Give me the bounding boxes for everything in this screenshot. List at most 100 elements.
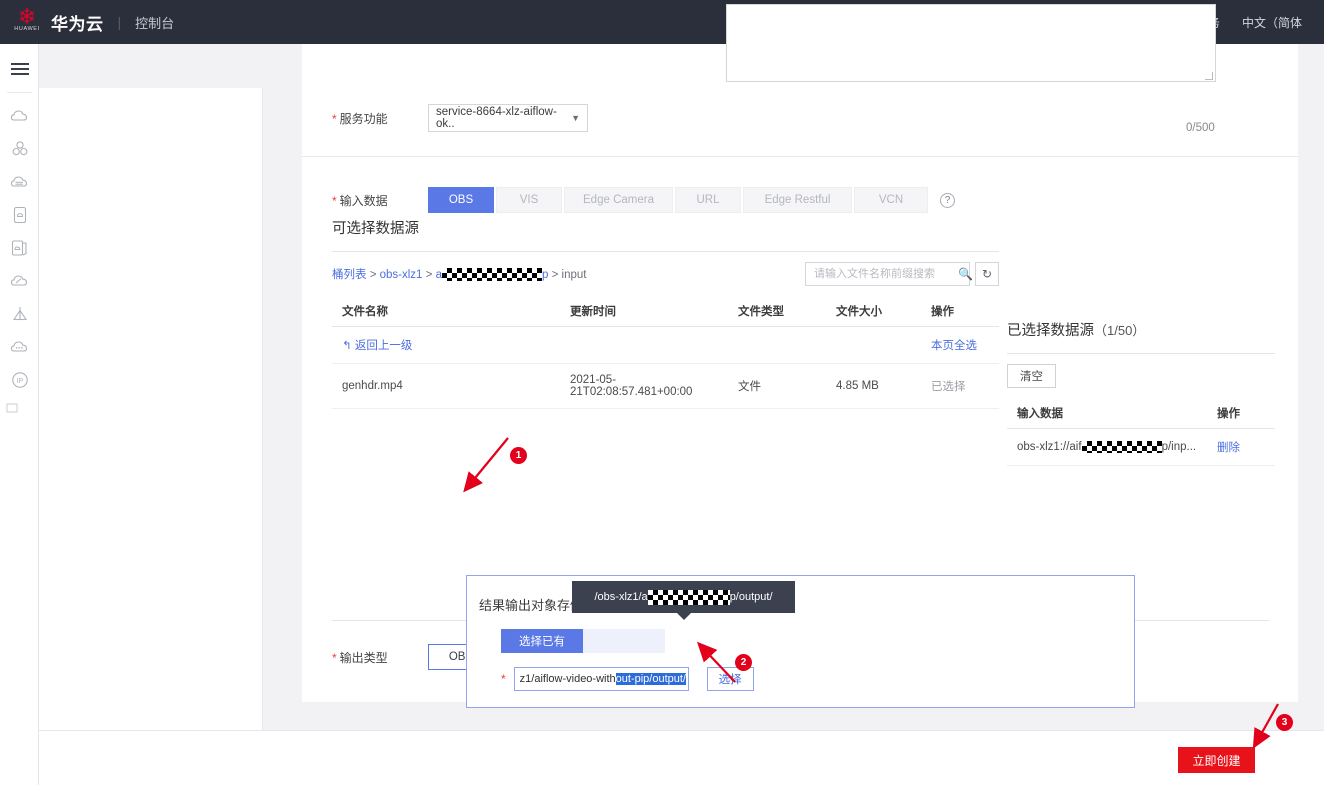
input-path-suffix: p/inp... <box>1161 441 1197 454</box>
obs-path-row: * z1/aiflow-video-with out-pip/output/ 选择 <box>501 667 754 691</box>
console-link[interactable]: 控制台 <box>135 13 174 32</box>
rail-divider <box>6 92 32 93</box>
tab-input-edge-restful[interactable]: Edge Restful <box>743 187 852 213</box>
cell-delete[interactable]: 删除 <box>1207 428 1275 466</box>
input-path-prefix: obs-xlz1://aif <box>1017 441 1082 454</box>
breadcrumb-current: input <box>561 269 587 281</box>
rail-item-cluster[interactable] <box>0 132 39 165</box>
toggle-new[interactable] <box>583 629 665 653</box>
selected-datasource-panel: 已选择数据源 （1/50） 清空 输入数据 操作 obs-xlz1://aif … <box>1007 319 1275 466</box>
tooltip-prefix: /obs-xlz1/a <box>594 591 648 603</box>
svg-text:IP: IP <box>16 378 23 385</box>
back-to-parent-link[interactable]: 返回上一级 <box>355 340 413 352</box>
choose-path-button[interactable]: 选择 <box>706 667 754 691</box>
window-icon <box>6 403 17 413</box>
breadcrumb-sep: > <box>369 269 377 281</box>
back-to-parent-cell[interactable]: ↰ 返回上一级 <box>332 326 560 364</box>
select-all-link[interactable]: 本页全选 <box>931 340 977 352</box>
annotation-badge-2: 2 <box>735 654 752 671</box>
cell-modified: 2021-05-21T02:08:57.481+00:00 <box>560 363 728 409</box>
selected-files-table: 输入数据 操作 obs-xlz1://aif p/inp... 删除 <box>1007 398 1275 466</box>
col-input-data: 输入数据 <box>1007 398 1207 429</box>
file-search-box[interactable]: 🔍 <box>805 262 973 286</box>
rail-item-partial[interactable] <box>0 396 39 418</box>
brand-area[interactable]: ❄ HUAWEI 华为云 | 控制台 <box>0 6 174 37</box>
required-star: * <box>501 672 506 686</box>
breadcrumb-sep: > <box>551 269 559 281</box>
table-row-back[interactable]: ↰ 返回上一级 本页全选 <box>332 326 999 364</box>
nav-item-language[interactable]: 中文（简体 <box>1242 14 1302 31</box>
col-modified: 更新时间 <box>560 296 728 327</box>
service-function-select[interactable]: service-8664-xlz-aiflow-ok.. ▼ <box>428 104 588 132</box>
main-canvas: 0/500 * 服务功能 service-8664-xlz-aiflow-ok..… <box>39 4 1324 785</box>
empty-cell <box>728 326 826 364</box>
tab-input-vcn[interactable]: VCN <box>854 187 928 213</box>
huawei-logo-text: HUAWEI <box>14 26 40 32</box>
obs-path-tooltip: /obs-xlz1/a p/output/ <box>572 581 795 620</box>
hamburger-menu-icon[interactable] <box>0 52 39 85</box>
chevron-down-icon: ▼ <box>571 113 580 123</box>
breadcrumb-bucket-list[interactable]: 桶列表 <box>332 269 367 281</box>
selected-toolbar: 清空 <box>1007 354 1275 398</box>
anchor-icon <box>12 306 27 320</box>
obs-path-selected-text: out-pip/output/ <box>615 673 686 685</box>
create-now-button[interactable]: 立即创建 <box>1178 747 1255 773</box>
description-textarea[interactable] <box>726 4 1216 82</box>
rail-item-cloud-edit[interactable] <box>0 264 39 297</box>
tab-input-edge-camera[interactable]: Edge Camera <box>564 187 673 213</box>
obs-path-input[interactable]: z1/aiflow-video-with out-pip/output/ <box>513 667 689 691</box>
breadcrumb-sep: > <box>425 269 433 281</box>
empty-cell <box>560 326 728 364</box>
output-type-label: * 输出类型 <box>332 650 388 665</box>
left-icon-rail: IP <box>0 44 39 785</box>
table-row[interactable]: obs-xlz1://aif p/inp... 删除 <box>1007 428 1275 466</box>
back-arrow-icon[interactable]: ↰ <box>342 340 352 352</box>
available-files-table: 文件名称 更新时间 文件类型 文件大小 操作 ↰ 返回上一级 本页全选 genh… <box>332 296 999 409</box>
obs-path-plain: z1/aiflow-video-with <box>519 673 616 685</box>
brand-separator: | <box>117 14 122 30</box>
col-operation: 操作 <box>1207 398 1275 429</box>
footer-action-bar <box>39 730 1324 785</box>
input-data-tabs: OBS VIS Edge Camera URL Edge Restful VCN <box>428 187 930 213</box>
textarea-resize-handle[interactable] <box>1205 72 1213 80</box>
rail-item-cloud[interactable] <box>0 99 39 132</box>
breadcrumb: 桶列表 > obs-xlz1 > ap > input <box>332 266 586 282</box>
check-icon: ✓ <box>485 645 492 654</box>
toggle-existing[interactable]: 选择已有 <box>501 629 583 653</box>
rail-item-cloud-dots[interactable] <box>0 330 39 363</box>
clear-selection-button[interactable]: 清空 <box>1007 364 1056 388</box>
datasource-search-group: 🔍 ↻ <box>805 262 999 286</box>
cell-file-name: genhdr.mp4 <box>332 363 560 409</box>
tab-input-url[interactable]: URL <box>675 187 741 213</box>
brand-title: 华为云 <box>51 14 104 34</box>
select-all-cell[interactable]: 本页全选 <box>921 326 999 364</box>
required-star: * <box>332 650 337 665</box>
input-data-help-icon[interactable]: ? <box>940 192 955 208</box>
rail-item-anchor[interactable] <box>0 297 39 330</box>
search-icon[interactable]: 🔍 <box>958 267 973 281</box>
rail-item-cloud-stack[interactable] <box>0 165 39 198</box>
rail-item-document[interactable] <box>0 198 39 231</box>
documents-copy-icon <box>11 239 27 256</box>
required-star: * <box>332 193 337 208</box>
cloud-stack-icon <box>10 175 27 187</box>
left-content-strip <box>39 88 263 785</box>
breadcrumb-folder-redacted-end[interactable]: p <box>542 269 548 281</box>
table-header-row: 文件名称 更新时间 文件类型 文件大小 操作 <box>332 296 999 327</box>
refresh-icon[interactable]: ↻ <box>975 262 999 286</box>
tab-input-obs[interactable]: OBS <box>428 187 494 213</box>
selected-datasource-count: （1/50） <box>1094 323 1146 338</box>
delete-link[interactable]: 删除 <box>1217 442 1240 454</box>
cell-action-selected: 已选择 <box>921 363 999 409</box>
redacted-block <box>1081 440 1162 453</box>
file-search-input[interactable] <box>812 267 958 281</box>
rail-item-ip[interactable]: IP <box>0 363 39 396</box>
obs-config-title: 结果输出对象存储服务（OBS）配置 <box>467 576 1134 614</box>
selected-datasource-header: 已选择数据源 （1/50） <box>1007 319 1275 340</box>
rail-item-documents-copy[interactable] <box>0 231 39 264</box>
breadcrumb-bucket[interactable]: obs-xlz1 <box>380 269 423 281</box>
service-function-value: service-8664-xlz-aiflow-ok.. <box>436 106 557 130</box>
cloud-dots-icon <box>10 340 27 352</box>
table-row[interactable]: genhdr.mp4 2021-05-21T02:08:57.481+00:00… <box>332 363 999 409</box>
tab-input-vis[interactable]: VIS <box>496 187 562 213</box>
